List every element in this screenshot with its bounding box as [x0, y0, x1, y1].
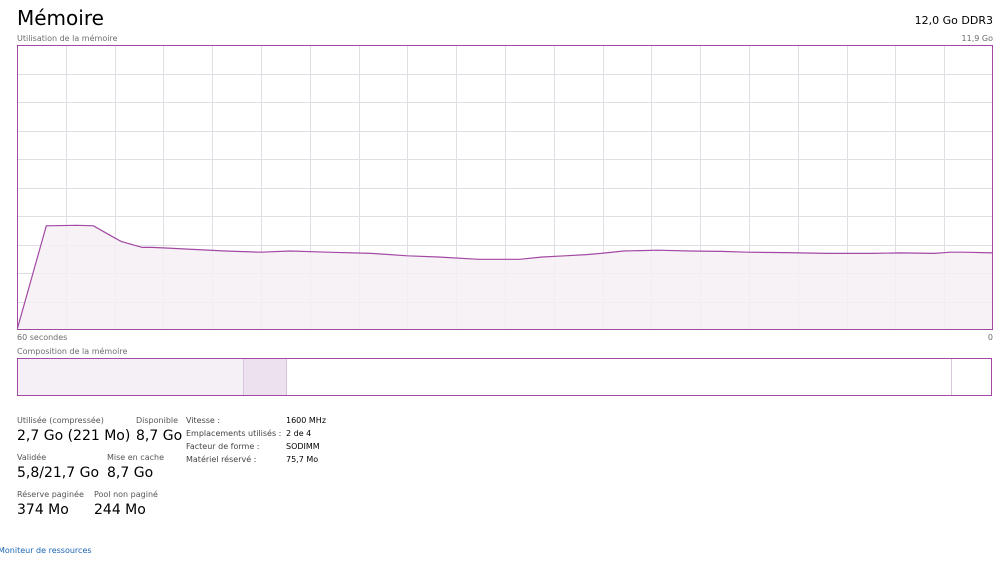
speed-value: 1600 MHz	[286, 416, 327, 425]
paged-pool-value: 374 Mo	[17, 502, 69, 518]
available-label: Disponible	[136, 416, 179, 425]
chart-time-left: 60 secondes	[17, 333, 68, 342]
memory-composition-bar[interactable]	[17, 358, 992, 396]
form-factor-label: Facteur de forme :	[186, 442, 260, 451]
cached-label: Mise en cache	[107, 453, 164, 462]
reserved-value: 75,7 Mo	[286, 455, 319, 464]
speed-label: Vitesse :	[186, 416, 221, 425]
composition-title: Composition de la mémoire	[17, 347, 128, 356]
nonpaged-pool-value: 244 Mo	[94, 502, 146, 518]
composition-standby-segment[interactable]	[287, 359, 952, 395]
paged-pool-label: Réserve paginée	[17, 490, 84, 499]
chart-title: Utilisation de la mémoire	[17, 34, 118, 43]
used-value: 2,7 Go (221 Mo)	[17, 428, 131, 444]
slots-label: Emplacements utilisés :	[186, 429, 282, 438]
committed-value: 5,8/21,7 Go	[17, 465, 100, 481]
chart-max-label: 11,9 Go	[961, 34, 993, 43]
memory-usage-chart	[17, 45, 993, 330]
slots-value: 2 de 4	[286, 429, 312, 438]
composition-modified-segment[interactable]	[244, 359, 287, 395]
available-value: 8,7 Go	[136, 428, 183, 444]
page-title: Mémoire	[17, 6, 104, 30]
reserved-label: Matériel réservé :	[186, 455, 257, 464]
form-factor-value: SODIMM	[286, 442, 320, 451]
committed-label: Validée	[17, 453, 47, 462]
resource-monitor-link[interactable]: Moniteur de ressources	[0, 546, 92, 555]
used-label: Utilisée (compressée)	[17, 416, 104, 425]
nonpaged-pool-label: Pool non paginé	[94, 490, 158, 499]
cached-value: 8,7 Go	[107, 465, 154, 481]
composition-free-segment[interactable]	[952, 359, 991, 395]
composition-used-segment[interactable]	[18, 359, 244, 395]
total-memory: 12,0 Go DDR3	[914, 14, 993, 27]
chart-time-right: 0	[987, 333, 993, 342]
